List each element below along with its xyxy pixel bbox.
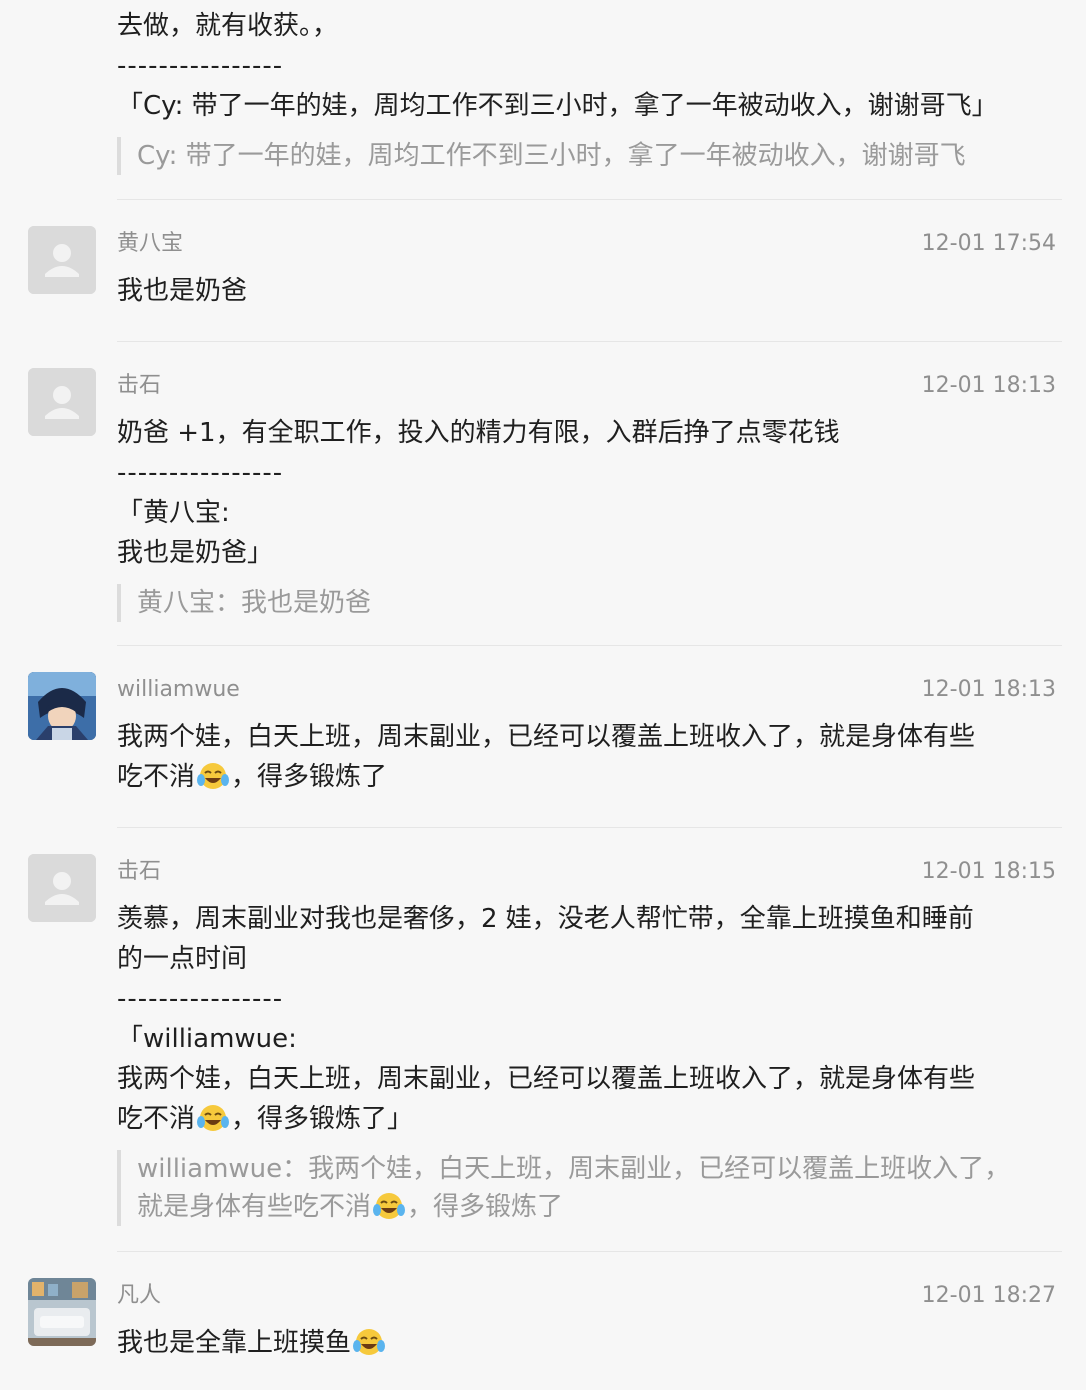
comment-text: 去做，就有收获。， (117, 11, 339, 41)
quoted-text: 「williamwue: (117, 1024, 297, 1054)
comment-text-line: 吃不消 ，得多锻炼了 (117, 757, 387, 797)
laughing-tears-emoji (353, 1329, 386, 1355)
reply-quote-text: 就是身体有些吃不消 (137, 1192, 372, 1222)
author-name[interactable]: williamwue (117, 675, 240, 705)
default-person-icon (28, 854, 96, 922)
quoted-text: 我也是奶爸」 (117, 538, 274, 568)
comment-divider (117, 1251, 1062, 1252)
quoted-text: 「黄八宝: (117, 498, 230, 528)
laughing-tears-emoji (197, 763, 230, 789)
avatar[interactable] (28, 368, 96, 436)
timestamp: 12-01 18:13 (921, 373, 1056, 398)
avatar[interactable] (28, 1278, 96, 1346)
quoted-text-line: 吃不消 ，得多锻炼了」 (117, 1099, 413, 1139)
quoted-text: ，得多锻炼了」 (231, 1104, 414, 1134)
author-name[interactable]: 击石 (117, 371, 161, 401)
comment-feed: 去做，就有收获。， ---------------- 「Cy: 带了一年的娃，周… (0, 0, 1086, 1390)
comment-text: 我也是全靠上班摸鱼 (117, 1328, 352, 1358)
laughing-tears-emoji (197, 1105, 230, 1131)
author-name[interactable]: 凡人 (117, 1281, 161, 1311)
avatar[interactable] (28, 226, 96, 294)
laughing-tears-emoji (373, 1193, 406, 1219)
author-name[interactable]: 黄八宝 (117, 229, 183, 259)
comment-text: ，得多锻炼了 (231, 762, 388, 792)
comment-text: 我也是奶爸 (117, 276, 248, 306)
quoted-text: 我两个娃，白天上班，周末副业，已经可以覆盖上班收入了，就是身体有些 (117, 1064, 976, 1094)
comment-text: 奶爸 +1，有全职工作，投入的精力有限，入群后挣了点零花钱 (117, 418, 840, 448)
comment-text: 吃不消 (117, 762, 196, 792)
default-person-icon (28, 226, 96, 294)
default-person-icon (28, 368, 96, 436)
comment-divider (117, 199, 1062, 200)
comment-divider (117, 645, 1062, 646)
author-name[interactable]: 击石 (117, 857, 161, 887)
avatar[interactable] (28, 854, 96, 922)
comment-text: 的一点时间 (117, 944, 248, 974)
reply-quote-text: ，得多锻炼了 (407, 1192, 564, 1222)
reply-quote-text: Cy: 带了一年的娃，周均工作不到三小时，拿了一年被动收入，谢谢哥飞 (137, 141, 966, 171)
timestamp: 12-01 18:13 (921, 677, 1056, 702)
reply-quote-text: 黄八宝：我也是奶爸 (137, 588, 372, 618)
avatar[interactable] (28, 672, 96, 740)
timestamp: 12-01 17:54 (921, 231, 1056, 256)
reply-quote[interactable]: williamwue：我两个娃，白天上班，周末副业，已经可以覆盖上班收入了， 就… (117, 1150, 1057, 1226)
timestamp: 12-01 18:15 (921, 859, 1056, 884)
comment-text-line: 我也是全靠上班摸鱼 (117, 1323, 387, 1363)
room-photo-avatar (28, 1278, 96, 1346)
timestamp: 12-01 18:27 (921, 1283, 1056, 1308)
quoted-text: 吃不消 (117, 1104, 196, 1134)
comment-divider (117, 341, 1062, 342)
reply-quote-text: williamwue：我两个娃，白天上班，周末副业，已经可以覆盖上班收入了， (137, 1154, 1011, 1184)
quote-divider: ---------------- (117, 984, 284, 1014)
anime-avatar-photo (28, 672, 96, 740)
reply-quote-line: 就是身体有些吃不消 ，得多锻炼了 (137, 1188, 1057, 1226)
comment-divider (117, 827, 1062, 828)
comment-text: 我两个娃，白天上班，周末副业，已经可以覆盖上班收入了，就是身体有些 (117, 722, 976, 752)
quote-divider: ---------------- (117, 458, 284, 488)
comment-text: 羡慕，周末副业对我也是奢侈，2 娃，没老人帮忙带，全靠上班摸鱼和睡前 (117, 904, 974, 934)
reply-quote[interactable]: 黄八宝：我也是奶爸 (117, 584, 1057, 622)
quote-divider: ---------------- (117, 51, 284, 81)
reply-quote[interactable]: Cy: 带了一年的娃，周均工作不到三小时，拿了一年被动收入，谢谢哥飞 (117, 137, 1057, 175)
quoted-text: 「Cy: 带了一年的娃，周均工作不到三小时，拿了一年被动收入，谢谢哥飞」 (117, 91, 998, 121)
